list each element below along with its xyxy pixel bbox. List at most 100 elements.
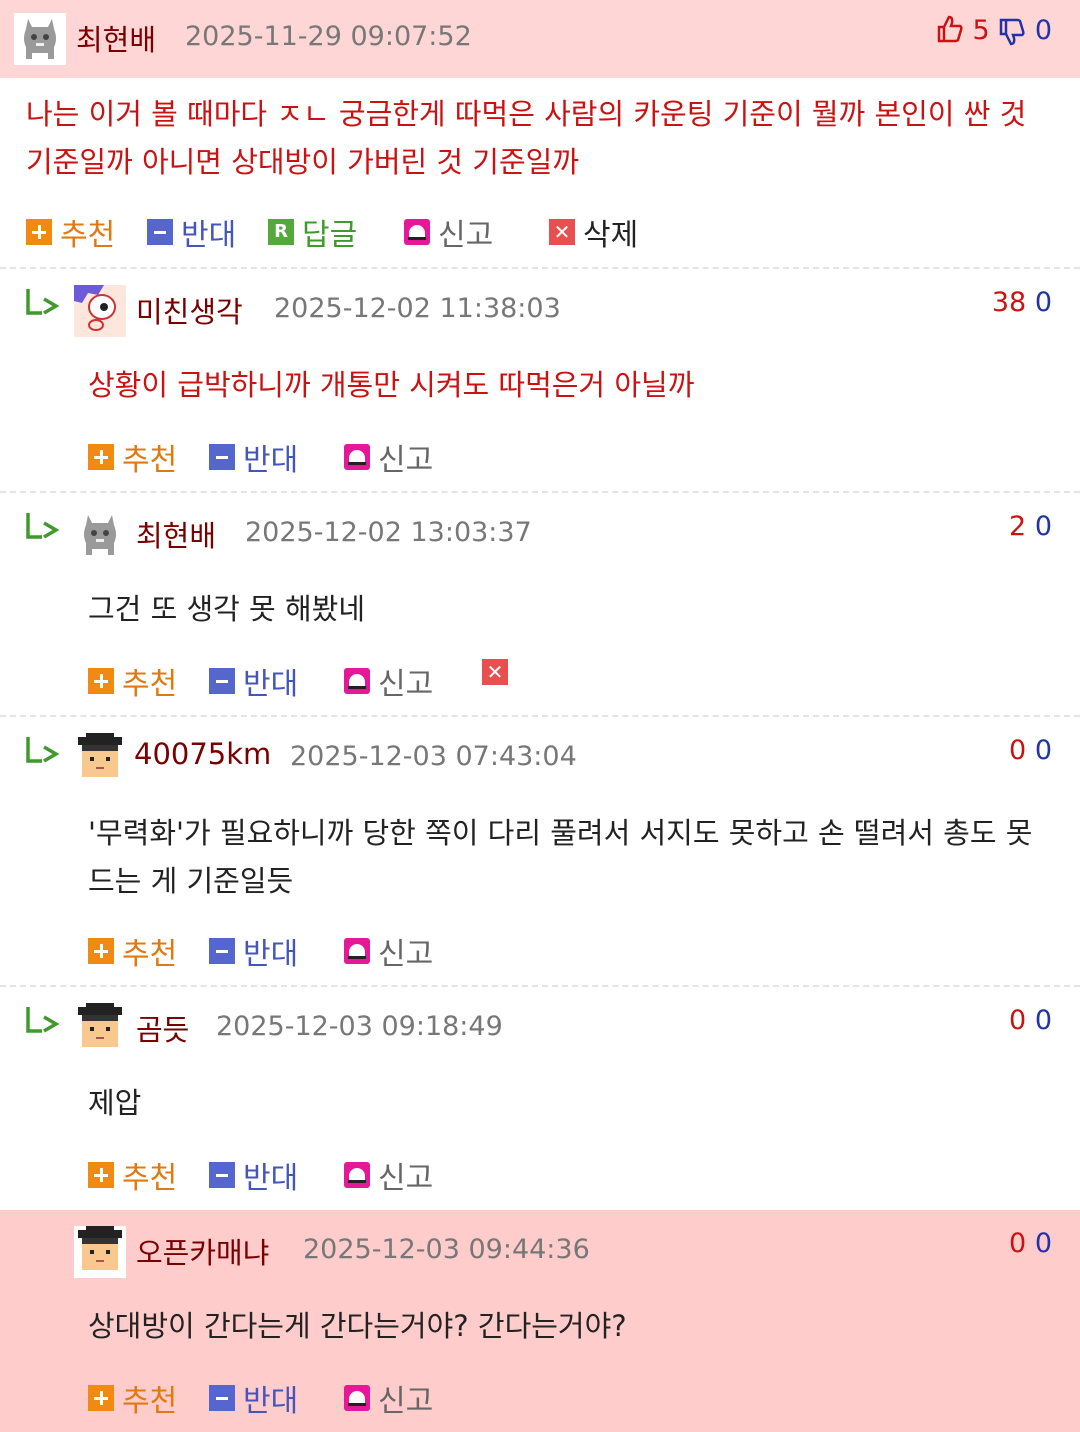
avatar[interactable] [14, 13, 66, 65]
report-button[interactable]: 신고 [344, 659, 433, 703]
comment-author[interactable]: 40075km [134, 737, 271, 771]
recommend-button[interactable]: 추천 [88, 1376, 177, 1420]
oppose-label: 반대 [243, 1161, 299, 1196]
avatar[interactable] [74, 285, 126, 337]
vote-counts: 5 0 [936, 14, 1052, 47]
downvote-count: 0 [1034, 15, 1052, 46]
thumbs-up-icon [936, 15, 973, 46]
reply-arrow-icon [24, 1005, 60, 1039]
recommend-label: 추천 [122, 1384, 178, 1419]
reply-button[interactable]: R 답글 [268, 210, 357, 254]
alarm-icon [344, 938, 370, 964]
avatar[interactable] [74, 733, 126, 785]
plus-icon [88, 1385, 114, 1411]
upvote-count: 38 [991, 287, 1027, 318]
oppose-label: 반대 [243, 1384, 299, 1419]
r-icon: R [268, 219, 294, 245]
oppose-button[interactable]: 반대 [209, 659, 298, 703]
oppose-label: 반대 [243, 667, 299, 702]
oppose-button[interactable]: 반대 [209, 1376, 298, 1420]
alarm-icon [344, 1385, 370, 1411]
avatar[interactable] [74, 1003, 126, 1055]
oppose-button[interactable]: 반대 [209, 1153, 298, 1197]
vote-counts: 0 0 [1009, 1005, 1052, 1036]
downvote-count: 0 [1034, 1228, 1052, 1259]
report-label: 신고 [378, 443, 434, 478]
x-icon: ✕ [549, 219, 575, 245]
comment-item: 곰듯 2025-12-03 09:18:49 0 0 제압 추천 반대 신고 [0, 987, 1080, 1210]
plus-icon [26, 219, 52, 245]
upvote-count: 0 [1009, 1005, 1027, 1036]
comment-date: 2025-11-29 09:07:52 [185, 21, 472, 52]
comment-item: 최현배 2025-12-02 13:03:37 2 0 그건 또 생각 못 해봤… [0, 493, 1080, 717]
minus-icon [209, 1385, 235, 1411]
comment-item-highlighted: 오픈카매냐 2025-12-03 09:44:36 0 0 상대방이 간다는게 … [0, 1210, 1080, 1432]
comment-date: 2025-12-03 09:44:36 [303, 1234, 590, 1265]
comment-item: 40075km 2025-12-03 07:43:04 0 0 '무력화'가 필… [0, 717, 1080, 987]
recommend-button[interactable]: 추천 [26, 210, 115, 254]
upvote-count: 0 [1009, 735, 1027, 766]
x-icon: ✕ [482, 659, 508, 685]
plus-icon [88, 444, 114, 470]
upvote-count: 5 [972, 15, 990, 46]
comment-body: 제압 [88, 1086, 142, 1120]
report-button[interactable]: 신고 [344, 435, 433, 479]
comment-body: '무력화'가 필요하니까 당한 쪽이 다리 풀려서 서지도 못하고 손 떨려서 … [88, 816, 1033, 898]
recommend-button[interactable]: 추천 [88, 659, 177, 703]
oppose-label: 반대 [243, 443, 299, 478]
oppose-button[interactable]: 반대 [147, 210, 236, 254]
downvote-count: 0 [1034, 1005, 1052, 1036]
recommend-button[interactable]: 추천 [88, 929, 177, 973]
reply-label: 답글 [302, 218, 358, 253]
comment-author[interactable]: 오픈카매냐 [136, 1230, 269, 1272]
oppose-button[interactable]: 반대 [209, 435, 298, 479]
comment-date: 2025-12-03 07:43:04 [290, 741, 577, 772]
plus-icon [88, 1162, 114, 1188]
recommend-label: 추천 [122, 937, 178, 972]
recommend-label: 추천 [122, 667, 178, 702]
alarm-icon [404, 219, 430, 245]
comment-item: 미친생각 2025-12-02 11:38:03 38 0 상황이 급박하니까 … [0, 269, 1080, 493]
comment-body: 상황이 급박하니까 개통만 시켜도 따먹은거 아닐까 [88, 368, 695, 402]
comment-body: 나는 이거 볼 때마다 ㅈㄴ 궁금한게 따먹은 사람의 카운팅 기준이 뭘까 본… [26, 97, 1027, 179]
oppose-label: 반대 [243, 937, 299, 972]
comment-author[interactable]: 최현배 [136, 513, 216, 555]
reply-arrow-icon [24, 511, 60, 545]
avatar[interactable] [74, 1226, 126, 1278]
comment-header: 최현배 2025-11-29 09:07:52 5 0 [0, 0, 1080, 78]
thumbs-down-icon [998, 15, 1035, 46]
upvote-count: 2 [1009, 511, 1027, 542]
recommend-label: 추천 [122, 443, 178, 478]
recommend-label: 추천 [122, 1161, 178, 1196]
reply-arrow-icon [24, 287, 60, 321]
report-label: 신고 [378, 937, 434, 972]
minus-icon [209, 668, 235, 694]
report-label: 신고 [438, 218, 494, 253]
comment-date: 2025-12-02 11:38:03 [274, 293, 561, 324]
delete-label: 삭제 [583, 218, 639, 253]
report-button[interactable]: 신고 [344, 1376, 433, 1420]
avatar[interactable] [74, 509, 126, 561]
report-button[interactable]: 신고 [344, 929, 433, 973]
report-label: 신고 [378, 1384, 434, 1419]
report-button[interactable]: 신고 [404, 210, 493, 254]
vote-counts: 2 0 [1009, 511, 1052, 542]
delete-button[interactable]: ✕ [482, 659, 516, 685]
recommend-button[interactable]: 추천 [88, 1153, 177, 1197]
comment-body: 그건 또 생각 못 해봤네 [88, 592, 365, 626]
delete-button[interactable]: ✕ 삭제 [549, 210, 638, 254]
comment-author[interactable]: 최현배 [76, 17, 156, 59]
plus-icon [88, 668, 114, 694]
comment-author[interactable]: 곰듯 [136, 1007, 189, 1049]
minus-icon [147, 219, 173, 245]
report-label: 신고 [378, 667, 434, 702]
recommend-button[interactable]: 추천 [88, 435, 177, 479]
comment-author[interactable]: 미친생각 [136, 289, 243, 331]
recommend-label: 추천 [60, 218, 116, 253]
report-button[interactable]: 신고 [344, 1153, 433, 1197]
plus-icon [88, 938, 114, 964]
report-label: 신고 [378, 1161, 434, 1196]
vote-counts: 0 0 [1009, 1228, 1052, 1259]
oppose-button[interactable]: 반대 [209, 929, 298, 973]
vote-counts: 0 0 [1009, 735, 1052, 766]
